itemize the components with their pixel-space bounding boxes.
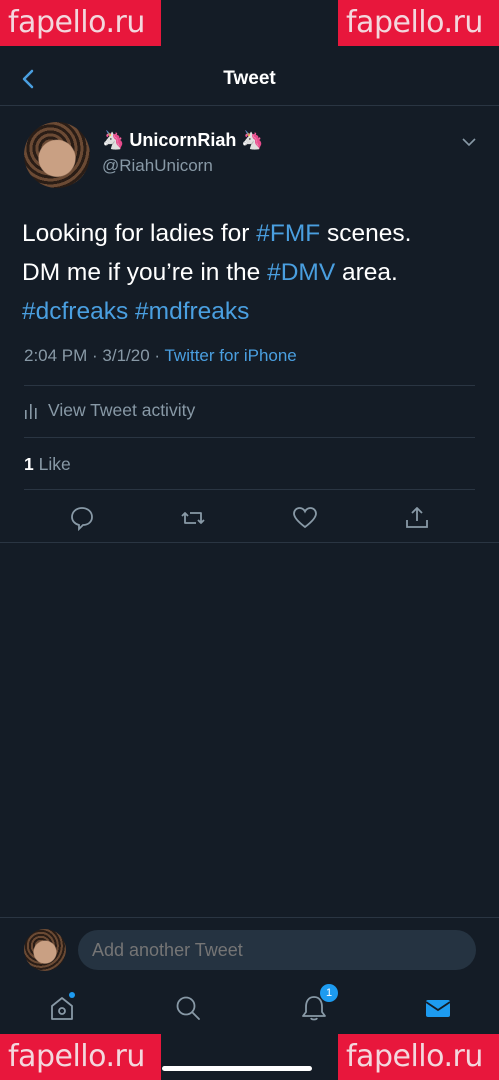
reply-icon[interactable] [68, 504, 96, 532]
tweet-text-segment: Looking for ladies for [22, 220, 257, 247]
hashtag-link[interactable]: #dcfreaks [22, 298, 128, 325]
reply-bar [0, 917, 499, 979]
home-indicator [162, 1066, 312, 1071]
tweet-actions [0, 504, 499, 544]
like-icon[interactable] [291, 504, 319, 532]
tweet-text-segment: scenes. [320, 220, 412, 247]
like-count-label: Like [33, 454, 71, 474]
bottom-tab-bar: 1 [0, 984, 499, 1035]
hashtag-link[interactable]: #DMV [267, 259, 335, 286]
divider [0, 542, 499, 543]
notification-badge: 1 [320, 984, 338, 1002]
tweet-meta: 2:04 PM · 3/1/20 · Twitter for iPhone [24, 346, 297, 366]
bar-chart-icon [25, 403, 37, 419]
divider [24, 489, 475, 490]
tweet-text-segment [128, 298, 135, 325]
chevron-down-icon[interactable] [461, 134, 477, 150]
tweet-source-link[interactable]: Twitter for iPhone [164, 346, 296, 365]
tweet-text: Looking for ladies for #FMF scenes. DM me… [22, 214, 482, 331]
watermark-top-right: fapello.ru [338, 0, 499, 46]
view-tweet-activity[interactable]: View Tweet activity [24, 400, 195, 421]
watermark-top-left: fapello.ru [0, 0, 161, 46]
retweet-icon[interactable] [179, 504, 207, 532]
avatar [24, 929, 66, 971]
hashtag-link[interactable]: #mdfreaks [135, 298, 249, 325]
like-count-number: 1 [24, 454, 34, 474]
mail-icon[interactable] [423, 993, 453, 1023]
top-nav-bar: Tweet [0, 52, 499, 106]
user-handle[interactable]: @RiahUnicorn [102, 156, 213, 176]
view-tweet-activity-label: View Tweet activity [48, 400, 196, 420]
divider [24, 385, 475, 386]
hashtag-link[interactable]: #FMF [256, 220, 320, 247]
tweet-timestamp: 2:04 PM · 3/1/20 · [24, 346, 165, 365]
search-icon[interactable] [173, 993, 203, 1023]
display-name[interactable]: 🦄 UnicornRiah 🦄 [102, 130, 264, 151]
add-another-tweet-input[interactable] [78, 930, 476, 970]
home-new-indicator [69, 992, 75, 998]
share-icon[interactable] [403, 504, 431, 532]
likes-count[interactable]: 1 Like [24, 454, 71, 475]
tweet-text-segment: area. [335, 259, 398, 286]
divider [24, 437, 475, 438]
page-title: Tweet [223, 68, 276, 89]
tweet-text-segment: DM me if you’re in the [22, 259, 268, 286]
watermark-bottom-right: fapello.ru [338, 1034, 499, 1080]
watermark-bottom-left: fapello.ru [0, 1034, 161, 1080]
avatar[interactable] [24, 122, 90, 188]
